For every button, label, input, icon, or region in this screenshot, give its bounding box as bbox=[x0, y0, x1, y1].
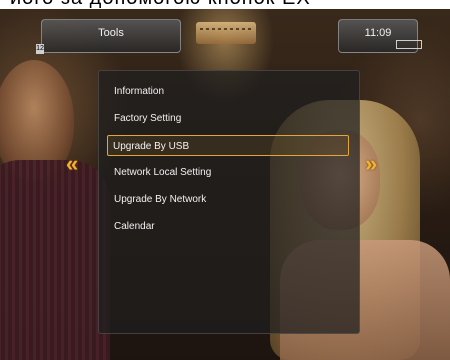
man-figure-body bbox=[0, 160, 110, 360]
page-title: Tools bbox=[41, 19, 181, 53]
menu-item-network-local-setting[interactable]: Network Local Setting bbox=[109, 162, 345, 183]
menu-item-factory-setting[interactable]: Factory Setting bbox=[109, 108, 345, 129]
menu-item-upgrade-by-network[interactable]: Upgrade By Network bbox=[109, 189, 345, 210]
menu-item-calendar[interactable]: Calendar bbox=[109, 216, 345, 237]
nav-right-arrow-icon[interactable]: » bbox=[365, 153, 377, 175]
ceiling-lamp bbox=[196, 22, 256, 44]
menu-item-information[interactable]: Information bbox=[109, 81, 345, 102]
channel-badge: 12 bbox=[36, 44, 44, 54]
tools-menu: Information Factory Setting Upgrade By U… bbox=[98, 70, 360, 334]
menu-item-upgrade-by-usb[interactable]: Upgrade By USB bbox=[107, 135, 349, 156]
nav-left-arrow-icon[interactable]: « bbox=[66, 153, 78, 175]
overlay-caption-text: його за допомогою кнопок EX bbox=[0, 0, 450, 9]
signal-indicator-icon bbox=[396, 40, 422, 49]
